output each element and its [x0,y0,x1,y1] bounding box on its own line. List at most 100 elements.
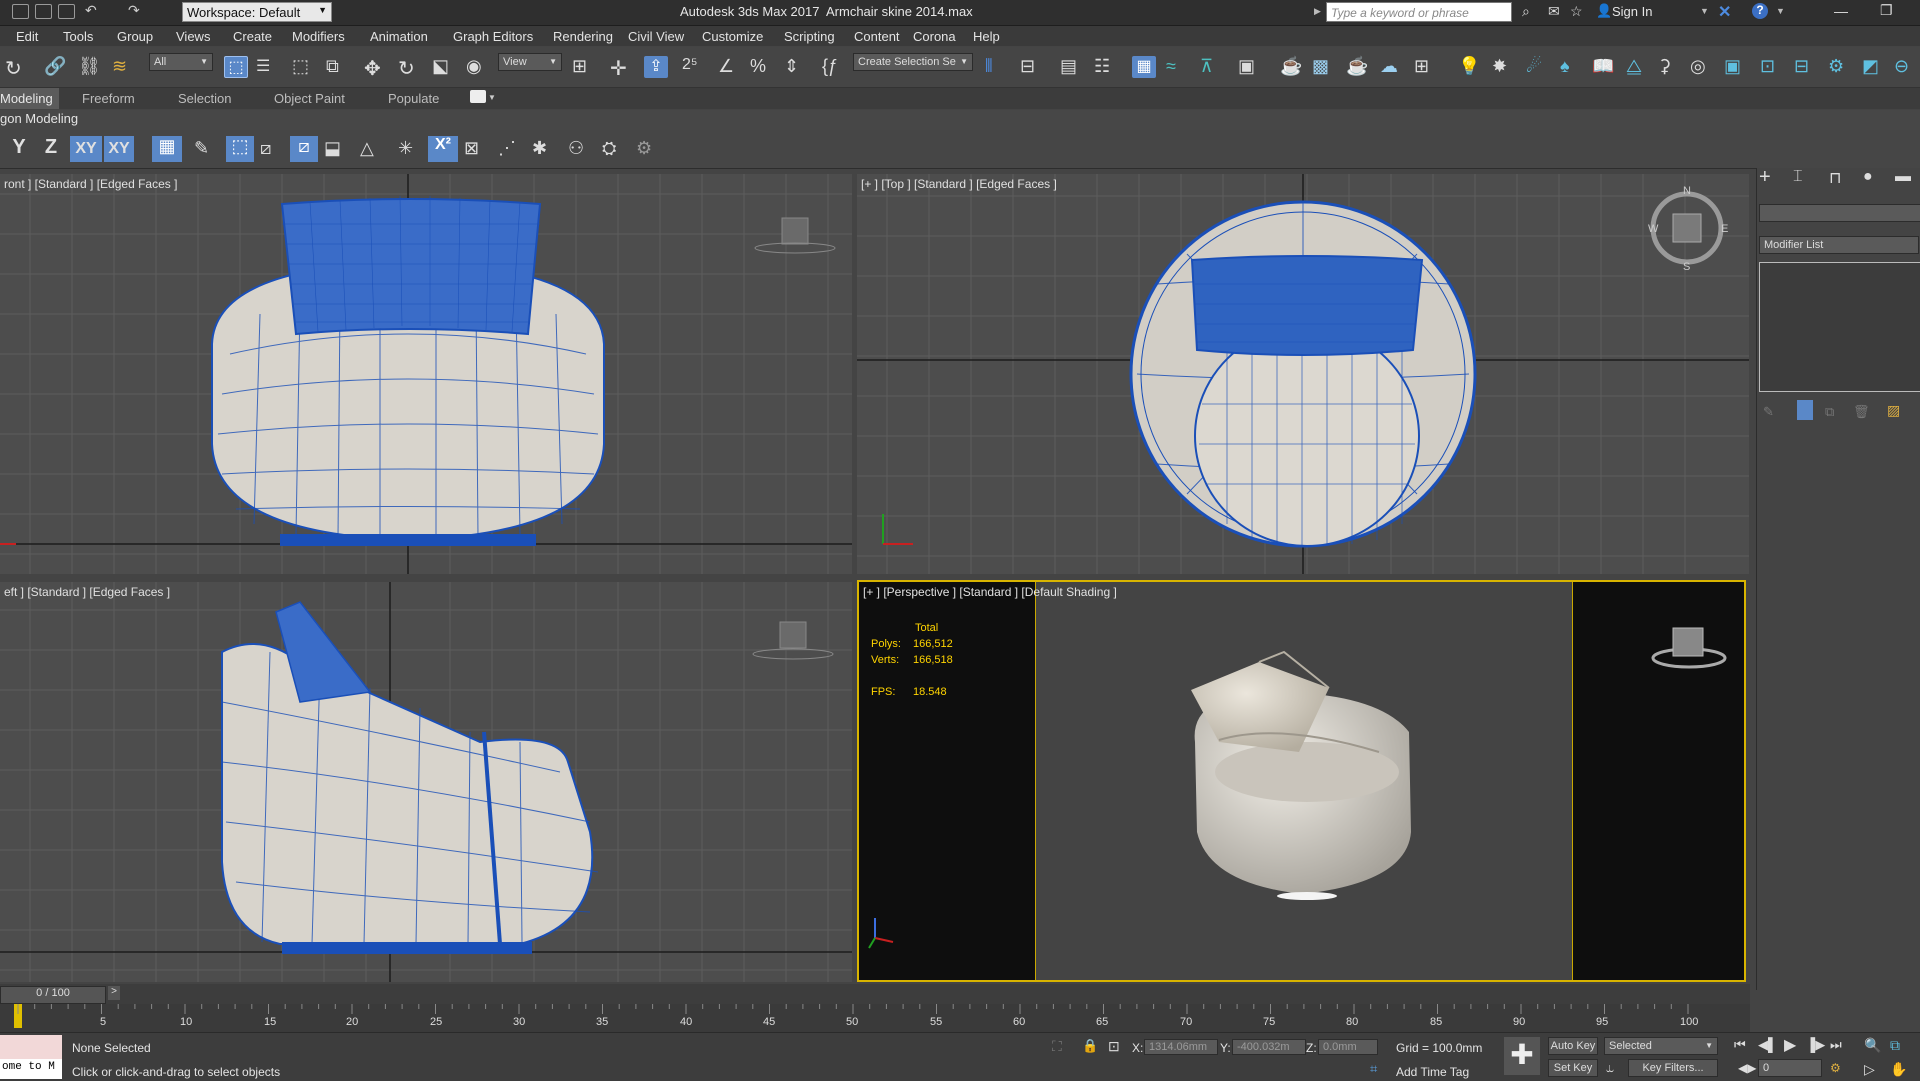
sun-icon[interactable]: ✸ [1492,56,1516,78]
set-key-button[interactable]: Set Key [1548,1059,1598,1077]
link-icon[interactable]: 🔗 [44,56,68,78]
viewcube-left[interactable] [779,621,807,649]
camera-icon[interactable]: ⧋ [1626,56,1650,78]
search-expand-icon[interactable]: ▶ [1314,6,1321,17]
maxscript-listener-pink[interactable] [0,1035,62,1059]
favorites-star-icon[interactable]: ☆ [1570,3,1583,20]
zoom-icon[interactable]: 🔍 [1864,1037,1881,1054]
help-icon[interactable]: ? [1752,3,1768,19]
menu-group[interactable]: Group [117,29,153,44]
angle-snap-icon[interactable]: ∠ [718,56,742,78]
save-file-icon[interactable] [58,4,75,19]
selection-filter-dropdown[interactable]: All ▼ [149,53,213,71]
tab-modeling[interactable]: Modeling [0,88,59,109]
select-manipulate-icon[interactable]: ✛ [610,56,634,80]
render-setup-icon[interactable]: ☕ [1280,56,1304,78]
render-in-cloud-icon[interactable]: ☁ [1380,56,1404,78]
menu-civil-view[interactable]: Civil View [628,29,684,44]
snap-settings-icon[interactable]: ⚙ [636,138,652,159]
object-name-input[interactable] [1759,204,1920,222]
proxy-icon[interactable]: ☄ [1526,56,1550,78]
new-file-icon[interactable] [12,4,29,19]
menu-help[interactable]: Help [973,29,1000,44]
region-render-icon[interactable]: ◩ [1862,56,1886,78]
distance-tool-icon[interactable]: ⊡ [1760,56,1784,78]
key-mode-dropdown[interactable]: Selected ▼ [1604,1037,1718,1055]
menu-views[interactable]: Views [176,29,210,44]
show-end-result-icon[interactable] [1797,400,1813,420]
unlink-icon[interactable]: ⛓ [78,56,102,78]
modify-panel-icon[interactable]: ⌶ [1793,168,1803,186]
zoom-all-icon[interactable]: ⧉ [1890,1037,1900,1054]
snaps-toggle-icon[interactable]: 2⁵ [682,56,706,78]
select-by-name-icon[interactable]: ☰ [256,56,280,78]
open-file-icon[interactable] [35,4,52,19]
place-icon[interactable]: ◉ [466,56,490,78]
mirror-icon[interactable]: ⫴ [985,56,1009,78]
tab-object-paint[interactable]: Object Paint [274,91,345,106]
edit-named-selection-icon[interactable]: {ƒ [822,56,846,78]
maxscript-listener-input[interactable]: ome to M [0,1059,62,1079]
menu-animation[interactable]: Animation [370,29,428,44]
menu-graph-editors[interactable]: Graph Editors [453,29,533,44]
x-coord-field[interactable]: 1314.06mm [1144,1039,1218,1055]
workspace-dropdown[interactable]: Workspace: Default ▼ [182,2,332,22]
scatter-icon[interactable]: ♠ [1560,56,1584,78]
menu-customize[interactable]: Customize [702,29,763,44]
axis-xy-cycle-button[interactable]: XY [104,136,134,162]
schematic-view-icon[interactable]: ⊼ [1200,56,1224,78]
snap-xy-icon[interactable]: X² [428,136,458,162]
bitmap-icon[interactable]: ⚳ [1658,56,1682,78]
viewcube-front[interactable] [781,217,809,245]
align-icon[interactable]: ⊟ [1020,56,1044,78]
menu-content[interactable]: Content [854,29,900,44]
grid-snap-icon[interactable]: ▦ [152,136,182,162]
viewport-top[interactable]: [+ ] [Top ] [Standard ] [Edged Faces ] N… [857,174,1749,574]
y-coord-field[interactable]: -400.032m [1232,1039,1306,1055]
tab-selection[interactable]: Selection [178,91,231,106]
chevron-down-icon[interactable]: ▼ [1700,6,1709,16]
material-library-icon[interactable]: 📖 [1592,56,1616,78]
menu-tools[interactable]: Tools [63,29,93,44]
set-key-big-icon[interactable]: ✚ [1504,1037,1540,1075]
toggle-ribbon-icon[interactable]: ▦ [1132,56,1156,78]
time-configuration-icon[interactable]: ⚙ [1830,1061,1841,1075]
display-panel-icon[interactable]: ▬ [1895,168,1911,186]
motion-panel-icon[interactable]: ● [1863,168,1873,186]
named-selection-dropdown[interactable]: Create Selection Se ▼ [853,53,973,71]
render-frame-icon[interactable]: ⊞ [1414,56,1438,78]
key-mode-toggle-icon[interactable]: ◀▶ [1738,1061,1756,1075]
snap-bounding-icon[interactable]: ✱ [532,138,547,159]
snap-center-icon[interactable]: ⚇ [568,138,584,159]
reference-coordinate-dropdown[interactable]: View ▼ [498,53,562,71]
hierarchy-panel-icon[interactable]: ⊓ [1829,168,1841,188]
snap-perpendicular-icon[interactable]: △ [360,138,374,159]
tab-freeform[interactable]: Freeform [82,91,135,106]
material-editor-icon[interactable]: ▣ [1238,56,1262,78]
keyboard-shortcut-override-icon[interactable]: ⇪ [644,56,668,78]
move-icon[interactable]: ✥ [364,56,388,80]
menu-corona[interactable]: Corona [913,29,956,44]
viewport-label-left[interactable]: eft ] [Standard ] [Edged Faces ] [4,585,170,599]
next-frame-icon[interactable]: ▐▶ [1806,1037,1825,1053]
absolute-mode-icon[interactable]: ⊡ [1108,1038,1120,1055]
remove-modifier-icon[interactable]: 🗑 [1853,404,1870,420]
bind-space-warp-icon[interactable]: ≋ [112,56,136,78]
selection-region-icon[interactable]: ⬚ [292,56,316,78]
autodesk-exchange-icon[interactable]: ✕ [1718,2,1731,22]
auto-key-button[interactable]: Auto Key [1548,1037,1598,1055]
snap-endpoint-icon[interactable]: ⋰ [498,138,516,159]
z-coord-field[interactable]: 0.0mm [1318,1039,1378,1055]
snap-vertex-icon[interactable]: ⬚ [226,136,254,162]
go-to-end-icon[interactable]: ⏭ [1830,1037,1842,1053]
viewport-perspective[interactable]: [+ ] [Perspective ] [Standard ] [Default… [857,580,1746,982]
restore-icon[interactable]: ❐ [1880,2,1893,19]
time-tag-icon[interactable]: ⌗ [1370,1061,1377,1077]
converter-icon[interactable]: ⊟ [1794,56,1818,78]
scale-icon[interactable]: ⬕ [432,56,456,78]
redo-icon[interactable]: ↷ [128,2,145,18]
track-bar[interactable]: 5 10 15 20 25 30 35 40 45 50 55 60 65 70… [0,1004,1750,1032]
render-production-icon[interactable]: ☕ [1346,56,1370,78]
binoculars-icon[interactable]: ⌕ [1522,3,1530,20]
snap-edge-icon[interactable]: ⧄ [260,138,271,159]
